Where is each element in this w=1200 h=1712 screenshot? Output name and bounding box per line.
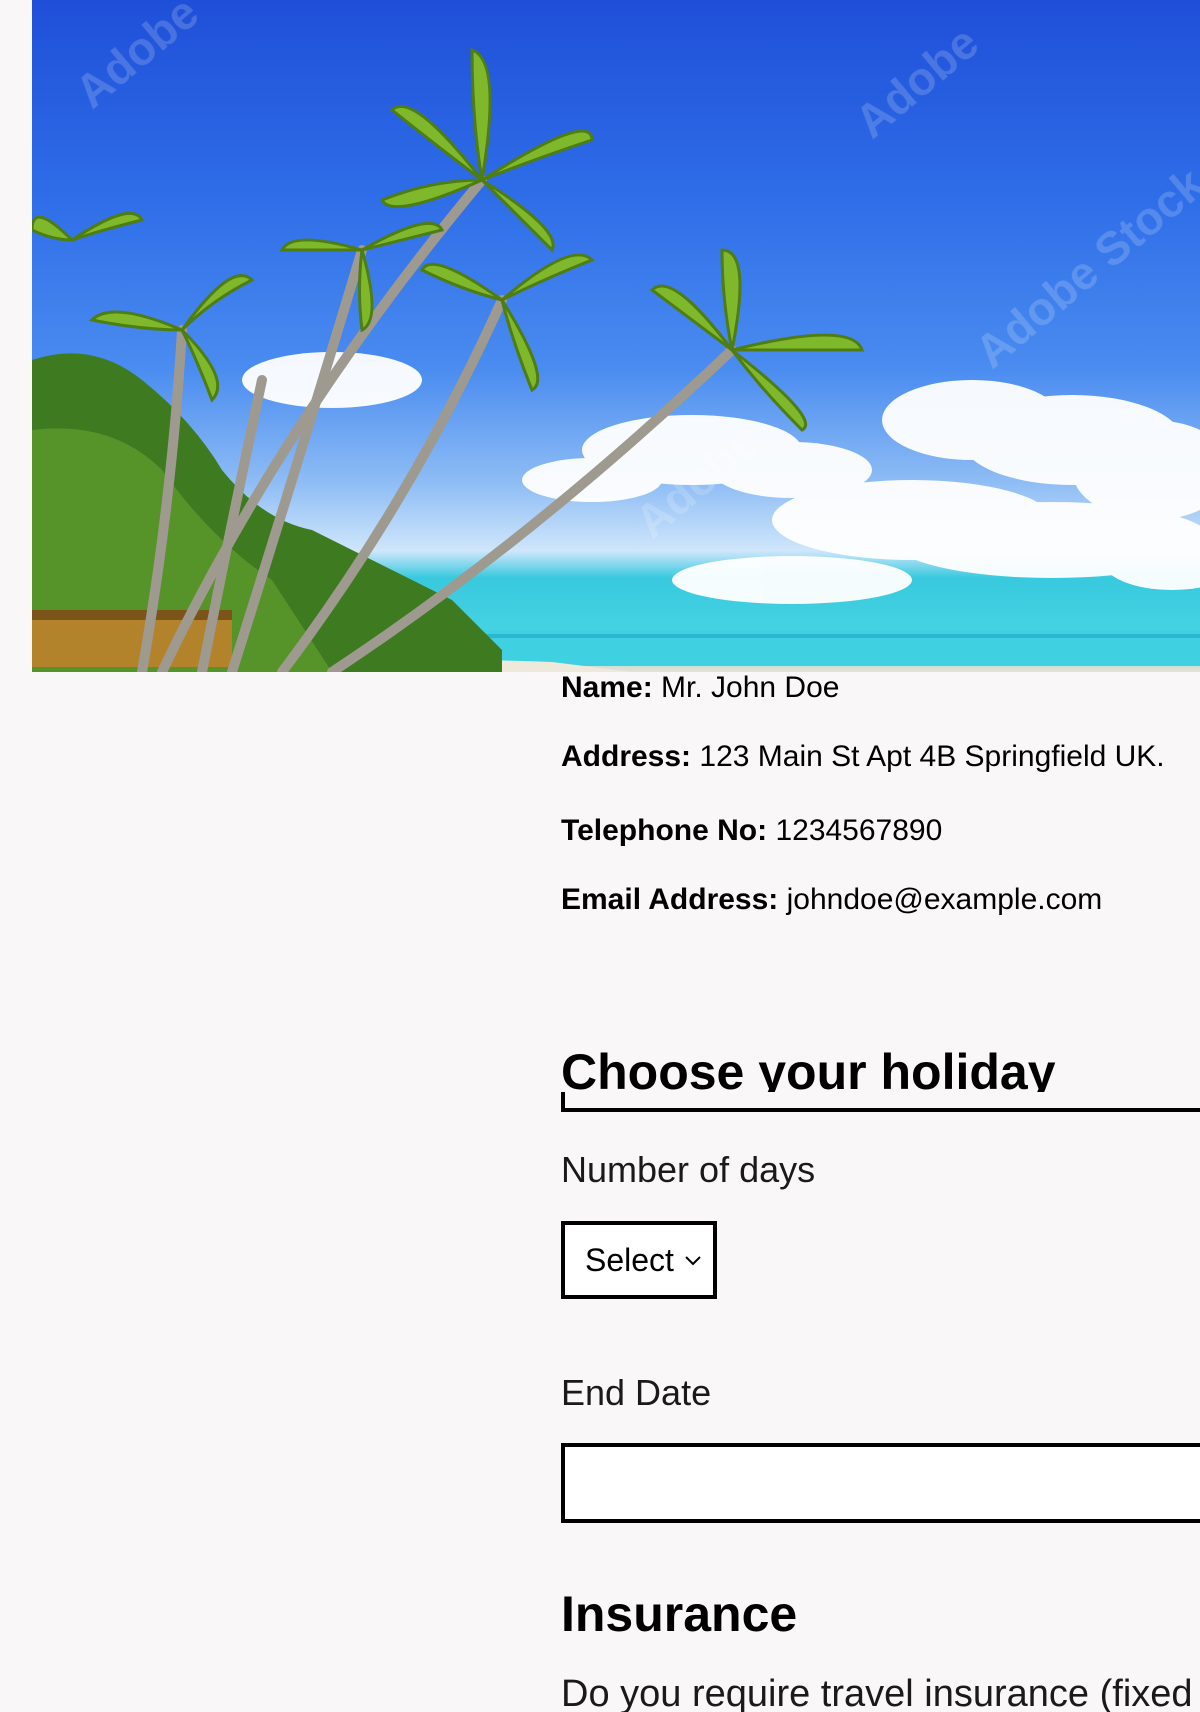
name-value: Mr. John Doe (652, 671, 840, 704)
customer-email: Email Address: johndoe@example.com (561, 882, 1102, 918)
holiday-title-rule (561, 1092, 1200, 1112)
page: Adobe Adobe Adobe Stock Adobe Name: Mr. … (0, 0, 1200, 1712)
customer-address: Address: 123 Main St Apt 4B Springfield … (561, 739, 1165, 775)
chevron-down-icon (685, 1256, 701, 1266)
address-label: Address: (561, 740, 692, 773)
days-label: Number of days (561, 1149, 816, 1190)
end-date-input[interactable] (561, 1443, 1200, 1523)
name-label: Name: (561, 671, 653, 704)
days-select[interactable]: Select (561, 1221, 717, 1299)
svg-text:Adobe: Adobe (65, 0, 208, 118)
customer-name: Name: Mr. John Doe (561, 670, 839, 706)
days-select-value: Select (585, 1241, 674, 1278)
svg-text:Adobe Stock: Adobe Stock (965, 157, 1200, 378)
email-value: johndoe@example.com (778, 883, 1103, 916)
address-value: 123 Main St Apt 4B Springfield UK. (691, 740, 1165, 773)
phone-label: Telephone No: (561, 814, 768, 847)
tropical-beach-image: Adobe Adobe Adobe Stock Adobe (32, 0, 1200, 672)
customer-phone: Telephone No: 1234567890 (561, 813, 942, 849)
insurance-question: Do you require travel insurance (fixed (561, 1673, 1193, 1712)
phone-value: 1234567890 (767, 814, 943, 847)
insurance-section-title: Insurance (561, 1586, 798, 1642)
holiday-section-title: Choose your holiday (561, 1044, 1056, 1094)
email-label: Email Address: (561, 883, 779, 916)
end-date-label: End Date (561, 1372, 712, 1413)
svg-text:Adobe: Adobe (845, 16, 988, 148)
hero-banner-image: Adobe Adobe Adobe Stock Adobe (32, 0, 1200, 672)
